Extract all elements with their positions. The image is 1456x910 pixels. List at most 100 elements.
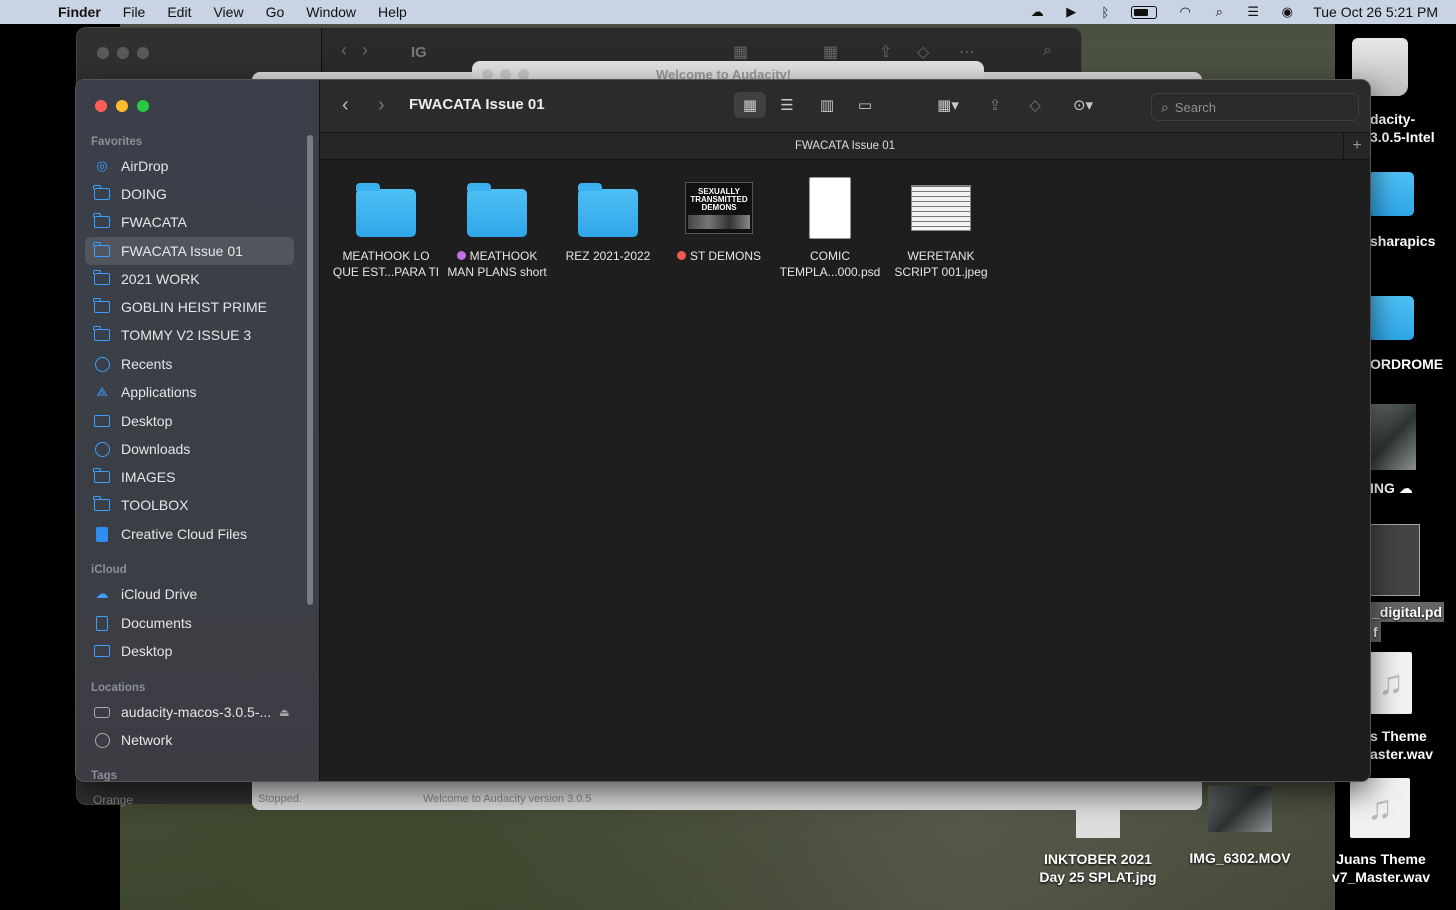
- music-note-icon[interactable]: ♫: [1370, 652, 1412, 714]
- sidebar-item-documents[interactable]: Documents: [85, 609, 294, 637]
- battery-icon[interactable]: [1131, 5, 1158, 19]
- sidebar-item-creative-cloud-files[interactable]: Creative Cloud Files: [85, 520, 294, 548]
- gallery-view-icon[interactable]: ▭: [850, 92, 880, 118]
- folder-icon: [92, 242, 112, 257]
- document-icon: [92, 615, 112, 631]
- folder-icon[interactable]: [1368, 172, 1414, 216]
- column-view-icon[interactable]: ▥: [812, 92, 842, 118]
- file-item-comic-template-psd[interactable]: COMIC TEMPLA...000.psd: [774, 176, 886, 280]
- forward-button[interactable]: ›: [378, 94, 385, 117]
- sidebar-item-toolbox[interactable]: TOOLBOX: [85, 491, 294, 519]
- folder-icon: [92, 270, 112, 285]
- video-thumbnail-icon[interactable]: [1208, 786, 1272, 832]
- file-item-rez-2021-2022[interactable]: REZ 2021-2022: [552, 176, 664, 264]
- desktop-item-img-mov[interactable]: IMG_6302.MOV: [1180, 850, 1300, 866]
- sidebar-section-locations: Locations: [91, 682, 146, 694]
- sidebar-item-recents[interactable]: Recents: [85, 350, 294, 378]
- close-button[interactable]: [95, 100, 107, 112]
- sidebar-item-desktop[interactable]: Desktop: [85, 407, 294, 435]
- bluetooth-icon[interactable]: ᛒ: [1097, 5, 1113, 20]
- tab-fwacata-issue-01[interactable]: FWACATA Issue 01: [795, 140, 895, 152]
- sidebar-item-applications[interactable]: ⟁ Applications: [85, 378, 294, 406]
- finder-content: ‹ › FWACATA Issue 01 ▦ ☰ ▥ ▭ ▦▾ ⇪ ◇ ⊙▾ ⌕…: [320, 80, 1370, 781]
- siri-icon[interactable]: ◉: [1279, 4, 1295, 19]
- play-icon[interactable]: ▶: [1063, 4, 1079, 19]
- desktop-item-audacity-dmg[interactable]: dacity- 3.0.5-Intel: [1370, 110, 1456, 146]
- icon-view-icon[interactable]: ▦: [734, 92, 766, 118]
- sidebar-item-2021-work[interactable]: 2021 WORK: [85, 265, 294, 293]
- sidebar-item-audacity-volume[interactable]: audacity-macos-3.0.5-... ⏏: [85, 698, 294, 726]
- minimize-button[interactable]: [116, 100, 128, 112]
- control-center-icon[interactable]: ☰: [1245, 4, 1261, 19]
- sidebar-item-fwacata-issue-01[interactable]: FWACATA Issue 01: [85, 237, 294, 265]
- back-button[interactable]: ‹: [342, 94, 349, 117]
- file-item-meathook-lo[interactable]: MEATHOOK LO QUE EST...PARA TI: [330, 176, 442, 280]
- wifi-icon[interactable]: ◠: [1177, 4, 1193, 19]
- menu-clock[interactable]: Tue Oct 26 5:21 PM: [1313, 4, 1438, 20]
- sidebar-item-fwacata[interactable]: FWACATA: [85, 208, 294, 236]
- sidebar-item-network[interactable]: Network: [85, 726, 294, 754]
- list-view-icon[interactable]: ☰: [772, 92, 802, 118]
- background-nav-arrows: ‹ ›: [341, 40, 368, 60]
- menu-bar: Finder File Edit View Go Window Help ☁ ▶…: [0, 0, 1456, 24]
- menu-help[interactable]: Help: [378, 4, 407, 20]
- sidebar-item-downloads[interactable]: Downloads: [85, 435, 294, 463]
- background-traffic-lights: [97, 47, 149, 59]
- audacity-status-bar: Stopped. Welcome to Audacity version 3.0…: [252, 786, 1202, 810]
- menu-app-finder[interactable]: Finder: [58, 4, 101, 20]
- spotlight-search-icon[interactable]: ⌕: [1211, 4, 1227, 19]
- file-item-meathook-man-plans[interactable]: MEATHOOK MAN PLANS short: [441, 176, 553, 280]
- menu-window[interactable]: Window: [306, 4, 356, 20]
- file-item-weretank-script[interactable]: WERETANK SCRIPT 001.jpeg: [885, 176, 997, 280]
- zoom-button[interactable]: [137, 100, 149, 112]
- menu-file[interactable]: File: [123, 4, 146, 20]
- inktober-thumbnail-icon[interactable]: [1076, 806, 1120, 838]
- desktop-item-sharapics[interactable]: sharapics: [1370, 233, 1456, 249]
- tag-icon[interactable]: ◇: [1022, 92, 1048, 118]
- desktop-item-juans-theme[interactable]: Juans Theme v7_Master.wav: [1322, 850, 1440, 886]
- group-by-icon[interactable]: ▦▾: [928, 92, 968, 118]
- file-item-st-demons[interactable]: SEXUALLY TRANSMITTED DEMONS ST DEMONS: [663, 176, 775, 264]
- sidebar-scrollbar[interactable]: [307, 135, 313, 605]
- eject-icon[interactable]: ⏏: [279, 706, 289, 719]
- menu-go[interactable]: Go: [266, 4, 285, 20]
- folder-icon: [467, 183, 527, 237]
- new-tab-button[interactable]: +: [1343, 133, 1370, 159]
- finder-toolbar: ‹ › FWACATA Issue 01 ▦ ☰ ▥ ▭ ▦▾ ⇪ ◇ ⊙▾ ⌕…: [320, 80, 1370, 133]
- more-actions-icon[interactable]: ⊙▾: [1062, 92, 1104, 118]
- desktop-item-ordrome[interactable]: ORDROME: [1370, 356, 1456, 372]
- folder-icon: [92, 298, 112, 313]
- folder-icon: [92, 185, 112, 200]
- background-search-icon: ⌕: [1043, 42, 1052, 59]
- creative-cloud-icon[interactable]: ☁: [1029, 4, 1045, 19]
- background-group-icon: ▦: [823, 44, 839, 61]
- tab-bar: FWACATA Issue 01 +: [320, 133, 1370, 160]
- sidebar-item-doing[interactable]: DOING: [85, 180, 294, 208]
- sidebar-item-tommy-v2-issue-3[interactable]: TOMMY V2 ISSUE 3: [85, 321, 294, 349]
- audacity-status-left: Stopped.: [258, 793, 303, 805]
- desktop-item-theme-master[interactable]: s Theme aster.wav: [1370, 727, 1456, 763]
- desktop-item-digital-pdf[interactable]: _digital.pd f: [1370, 602, 1456, 642]
- music-note-icon[interactable]: ♫: [1350, 778, 1410, 838]
- psd-document-icon: [809, 177, 851, 239]
- sidebar-section-favorites: Favorites: [91, 136, 143, 148]
- image-thumbnail: SEXUALLY TRANSMITTED DEMONS: [685, 182, 753, 234]
- sidebar-item-goblin-heist-prime[interactable]: GOBLIN HEIST PRIME: [85, 293, 294, 321]
- pdf-document-icon[interactable]: [1370, 524, 1420, 596]
- sidebar-item-icloud-drive[interactable]: ☁ iCloud Drive: [85, 580, 294, 608]
- sidebar-item-airdrop[interactable]: ◎ AirDrop: [85, 152, 294, 180]
- photo-thumbnail-icon[interactable]: [1370, 404, 1416, 470]
- menu-edit[interactable]: Edit: [167, 4, 191, 20]
- menu-view[interactable]: View: [213, 4, 243, 20]
- file-grid: MEATHOOK LO QUE EST...PARA TI MEATHOOK M…: [320, 160, 1370, 780]
- folder-icon: [578, 183, 638, 237]
- desktop-item-ing[interactable]: ING ☁: [1370, 480, 1456, 497]
- sidebar-item-icloud-desktop[interactable]: Desktop: [85, 637, 294, 665]
- share-icon[interactable]: ⇪: [982, 92, 1008, 118]
- desktop-item-inktober[interactable]: INKTOBER 2021 Day 25 SPLAT.jpg: [1030, 850, 1166, 886]
- finder-window[interactable]: Favorites ◎ AirDrop DOING FWACATA FWACAT…: [75, 79, 1371, 782]
- airdrop-icon: ◎: [96, 158, 108, 173]
- folder-icon[interactable]: [1368, 296, 1414, 340]
- sidebar-item-images[interactable]: IMAGES: [85, 463, 294, 491]
- search-input[interactable]: ⌕ Search: [1151, 93, 1359, 121]
